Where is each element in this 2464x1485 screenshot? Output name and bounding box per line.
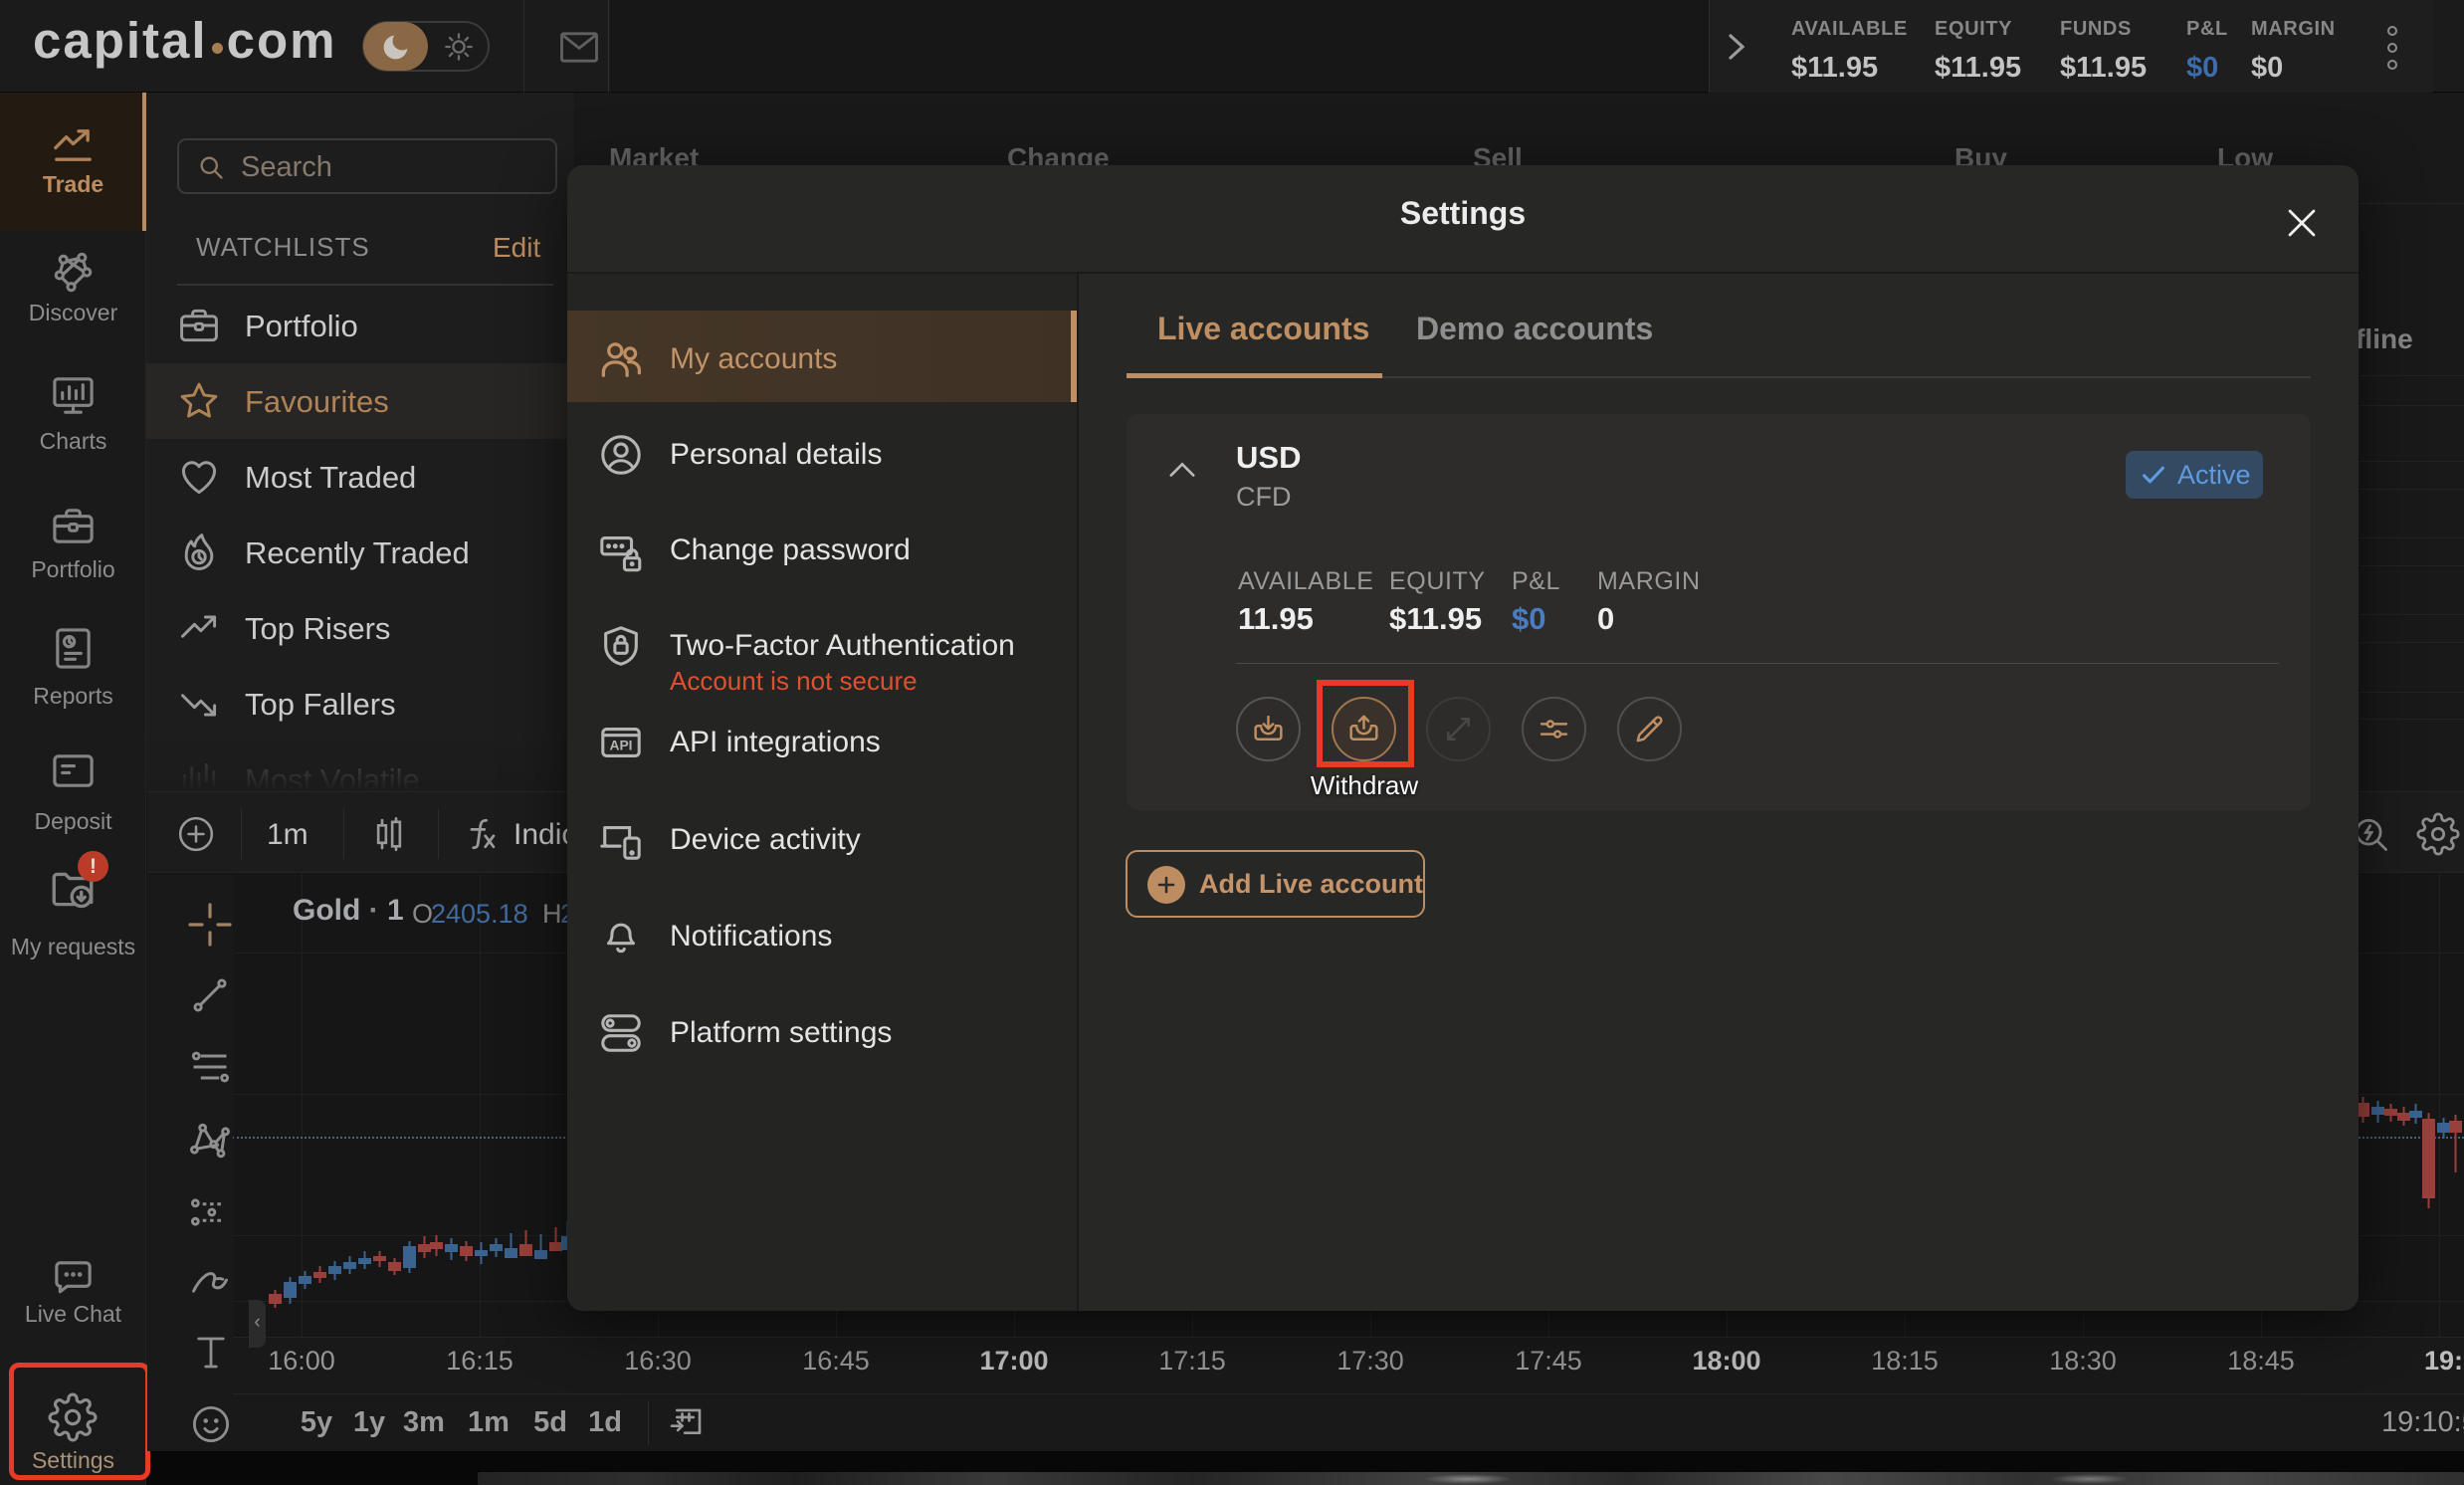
svg-text:API: API xyxy=(610,739,633,753)
